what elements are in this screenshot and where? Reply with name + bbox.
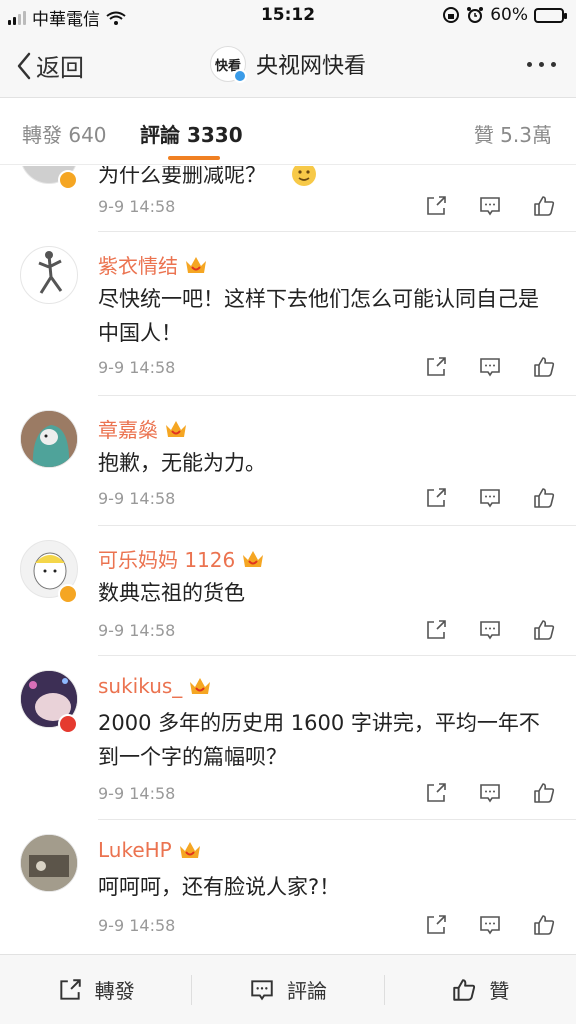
comment-icon[interactable] <box>478 486 502 510</box>
username-text: 章嘉燊 <box>98 418 158 442</box>
verified-blue-icon <box>232 69 247 83</box>
username[interactable]: LukeHP <box>98 838 202 862</box>
emoji-icon <box>292 166 316 186</box>
comment-text: 呵呵呵，还有脸说人家?！ <box>98 875 341 899</box>
verified-red-icon <box>58 714 78 734</box>
comment-time: 9-9 14:58 <box>98 489 176 508</box>
account-avatar[interactable]: 快看 <box>209 46 247 83</box>
like-icon[interactable] <box>532 355 556 379</box>
tab-bar: 轉發 640 評論 3330 贊 5.3萬 <box>0 99 576 165</box>
nav-center: 快看 央视网快看 <box>0 46 576 83</box>
comment-text: 2000 多年的历史用 1600 字讲完，平均一年不到一个字的篇幅呗？ <box>98 711 540 769</box>
tab-comments[interactable]: 評論 3330 <box>140 119 243 148</box>
vip-crown-icon <box>243 550 264 567</box>
forward-button[interactable]: 轉發 <box>0 970 191 1010</box>
like-icon <box>453 978 476 1001</box>
comment-actions <box>424 194 556 218</box>
comment-text: 数典忘祖的货色 <box>98 581 245 605</box>
comment-time: 9-9 14:58 <box>98 916 176 935</box>
comment-actions <box>424 781 556 805</box>
nav-bar: 返回 快看 央视网快看 <box>0 32 576 98</box>
comment-actions <box>424 618 556 642</box>
comment-icon[interactable] <box>478 618 502 642</box>
share-icon[interactable] <box>424 781 448 805</box>
comment-time: 9-9 14:58 <box>98 358 176 377</box>
comment-icon <box>251 979 273 1000</box>
vip-crown-icon <box>179 842 200 858</box>
share-icon[interactable] <box>424 913 448 937</box>
comment-icon[interactable] <box>478 355 502 379</box>
alarm-icon <box>467 7 484 23</box>
avatar-image <box>21 835 77 891</box>
orientation-lock-icon <box>443 7 460 23</box>
username-text: 可乐妈妈 1126 <box>98 548 236 572</box>
verified-gold-icon <box>58 170 78 190</box>
tab-likes[interactable]: 贊 5.3萬 <box>474 119 552 148</box>
share-icon[interactable] <box>424 355 448 379</box>
comment-icon[interactable] <box>478 913 502 937</box>
avatar[interactable] <box>20 834 78 892</box>
status-right: 60% <box>442 5 567 25</box>
like-button[interactable]: 贊 <box>385 970 576 1010</box>
username-text: sukikus_ <box>98 674 183 698</box>
nav-title: 央视网快看 <box>255 54 366 79</box>
like-icon[interactable] <box>532 913 556 937</box>
comment-button[interactable]: 評論 <box>192 970 383 1010</box>
active-tab-indicator <box>168 156 220 160</box>
username-text: 紫衣情结 <box>98 254 178 278</box>
more-options-button[interactable] <box>527 62 556 67</box>
vip-crown-icon <box>190 678 211 694</box>
comment-time: 9-9 14:58 <box>98 197 176 216</box>
comment-label: 評論 <box>286 979 327 1003</box>
avatar-image <box>21 411 77 467</box>
username[interactable]: 可乐妈妈 1126 <box>98 544 265 573</box>
tab-forward[interactable]: 轉發 640 <box>22 119 107 148</box>
comment-item: sukikus_ 2000 多年的历史用 1600 字讲完，平均一年不到一个字的… <box>0 656 576 820</box>
comment-actions <box>424 913 556 937</box>
username[interactable]: 紫衣情结 <box>98 250 208 279</box>
battery-icon <box>534 7 567 23</box>
comment-time: 9-9 14:58 <box>98 621 176 640</box>
comment-text: 为什么要删减呢？ <box>98 166 266 187</box>
bottom-toolbar: 轉發 評論 贊 <box>0 954 576 1024</box>
comment-item: 为什么要删减呢？ 9-9 14:58 <box>0 166 576 232</box>
like-icon[interactable] <box>532 781 556 805</box>
avatar[interactable] <box>20 410 78 468</box>
comment-item: LukeHP 呵呵呵，还有脸说人家?！ 9-9 14:58 <box>0 820 576 952</box>
username[interactable]: 章嘉燊 <box>98 414 188 443</box>
share-icon <box>60 978 81 1000</box>
vip-crown-icon <box>186 256 206 273</box>
comment-actions <box>424 486 556 510</box>
avatar-image <box>38 251 63 294</box>
share-icon[interactable] <box>424 618 448 642</box>
avatar[interactable] <box>20 246 78 304</box>
verified-gold-icon <box>58 584 78 604</box>
comment-icon[interactable] <box>478 194 502 218</box>
status-bar: 中華電信 15:12 60% <box>0 0 576 32</box>
username-text: LukeHP <box>98 838 172 862</box>
comment-item: 章嘉燊 抱歉，无能为力。 9-9 14:58 <box>0 396 576 526</box>
comment-text: 抱歉，无能为力。 <box>98 451 266 475</box>
vip-crown-icon <box>166 420 186 437</box>
like-icon[interactable] <box>532 618 556 642</box>
comment-item: 紫衣情结 尽快统一吧！这样下去他们怎么可能认同自己是中国人！ 9-9 14:58 <box>0 232 576 396</box>
battery-percent: 60% <box>490 5 528 25</box>
forward-label: 轉發 <box>94 979 135 1003</box>
like-icon[interactable] <box>532 486 556 510</box>
like-label: 贊 <box>489 979 510 1003</box>
username[interactable]: sukikus_ <box>98 674 212 698</box>
comment-list[interactable]: 为什么要删减呢？ 9-9 14:58 紫衣情结 尽快统一吧！这样下去他们怎么可能… <box>0 166 576 952</box>
share-icon[interactable] <box>424 486 448 510</box>
comment-time: 9-9 14:58 <box>98 784 176 803</box>
comment-actions <box>424 355 556 379</box>
comment-item: 可乐妈妈 1126 数典忘祖的货色 9-9 14:58 <box>0 526 576 656</box>
comment-text: 尽快统一吧！这样下去他们怎么可能认同自己是中国人！ <box>98 287 539 345</box>
comment-icon[interactable] <box>478 781 502 805</box>
share-icon[interactable] <box>424 194 448 218</box>
like-icon[interactable] <box>532 194 556 218</box>
